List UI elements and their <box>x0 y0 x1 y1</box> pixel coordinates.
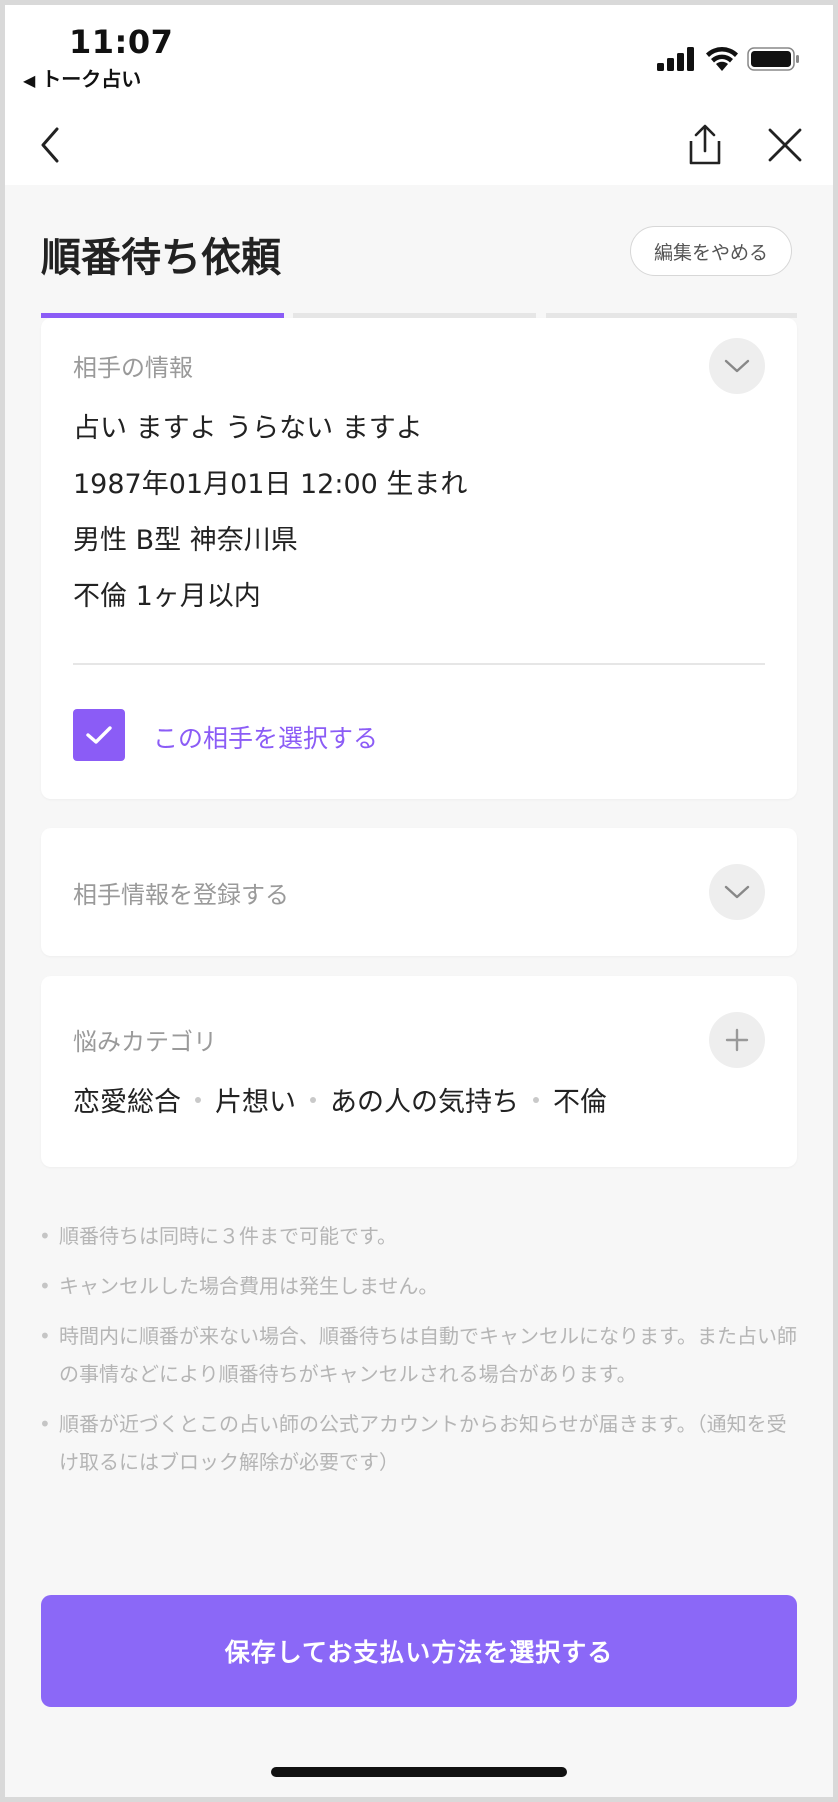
category-tag: 恋愛総合 <box>73 1087 181 1118</box>
close-icon <box>768 128 802 162</box>
category-tag-list: 恋愛総合 片想い あの人の気持ち 不倫 <box>73 1080 607 1119</box>
page-title: 順番待ち依頼 <box>41 235 281 281</box>
partner-name: 占い ますよ うらない ますよ <box>73 413 423 444</box>
checkmark-icon <box>86 726 112 744</box>
category-tag: 不倫 <box>553 1087 607 1118</box>
note-item: • キャンセルした場合費用は発生しません。 <box>39 1274 439 1298</box>
navigation-bar <box>5 105 833 185</box>
plus-icon <box>725 1028 749 1052</box>
partner-info-label: 相手の情報 <box>73 354 193 382</box>
notes-list: • 順番待ちは同時に３件まで可能です。 • キャンセルした場合費用は発生しません。 … <box>39 1217 799 1493</box>
wifi-icon <box>706 47 738 71</box>
note-item: • 順番が近づくとこの占い師の公式アカウントからお知らせが届きます。（通知を受け取… <box>39 1412 787 1474</box>
home-indicator <box>271 1767 567 1777</box>
concern-category-label: 悩みカテゴリ <box>73 1028 217 1056</box>
back-to-app-link[interactable]: ◀ トーク占い <box>23 63 141 92</box>
status-bar: 11:07 ◀ トーク占い <box>5 5 833 105</box>
note-item: • 時間内に順番が来ない場合、順番待ちは自動でキャンセルになります。また占い師の事… <box>39 1324 797 1386</box>
chevron-left-icon <box>41 127 59 163</box>
back-button[interactable] <box>25 119 77 171</box>
chevron-down-icon <box>724 359 750 373</box>
select-partner-label[interactable]: この相手を選択する <box>153 719 378 755</box>
battery-icon <box>747 47 799 71</box>
partner-profile: 男性 B型 神奈川県 <box>73 525 298 556</box>
partner-birth: 1987年01月01日 12:00 生まれ <box>73 469 468 500</box>
register-partner-label: 相手情報を登録する <box>73 881 289 909</box>
tag-separator <box>195 1096 201 1103</box>
tag-separator <box>533 1096 539 1103</box>
share-button[interactable] <box>679 119 731 171</box>
expand-register-button[interactable] <box>709 864 765 920</box>
status-time: 11:07 <box>69 23 174 61</box>
note-item: • 順番待ちは同時に３件まで可能です。 <box>39 1224 397 1248</box>
category-tag: あの人の気持ち <box>330 1087 519 1118</box>
cellular-signal-icon <box>657 47 694 71</box>
stop-editing-button[interactable]: 編集をやめる <box>630 226 792 276</box>
category-tag: 片想い <box>215 1087 296 1118</box>
register-partner-card[interactable]: 相手情報を登録する <box>41 828 797 956</box>
tag-separator <box>310 1096 316 1103</box>
card-divider <box>73 663 765 665</box>
save-and-select-payment-button[interactable]: 保存してお支払い方法を選択する <box>41 1595 797 1707</box>
select-partner-checkbox[interactable] <box>73 709 125 761</box>
share-icon <box>689 124 721 165</box>
back-app-label: トーク占い <box>41 67 142 91</box>
add-category-button[interactable] <box>709 1012 765 1068</box>
collapse-partner-button[interactable] <box>709 338 765 394</box>
partner-relationship: 不倫 1ヶ月以内 <box>73 581 261 612</box>
close-button[interactable] <box>759 119 811 171</box>
back-triangle-icon: ◀ <box>23 71 36 90</box>
app-screen: 11:07 ◀ トーク占い 順番待ち依頼 編集をやめる 相手の情報 占い ますよ… <box>5 5 833 1797</box>
partner-info-card: 相手の情報 占い ますよ うらない ますよ 1987年01月01日 12:00 … <box>41 318 797 799</box>
chevron-down-icon <box>724 885 750 899</box>
concern-category-card: 悩みカテゴリ 恋愛総合 片想い あの人の気持ち 不倫 <box>41 976 797 1167</box>
